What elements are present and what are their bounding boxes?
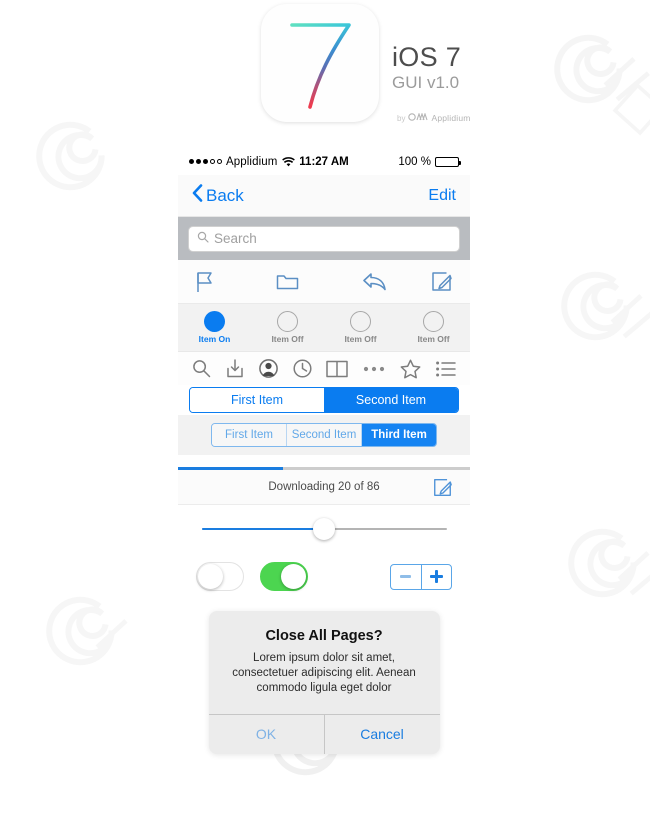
stepper-minus-button[interactable] (391, 564, 422, 589)
radio-circle-selected-icon (204, 311, 225, 332)
stepper[interactable] (390, 563, 452, 590)
alert-message: Lorem ipsum dolor sit amet, consectetuer… (232, 651, 416, 694)
search-icon[interactable] (192, 359, 211, 378)
chevron-left-icon (192, 184, 203, 207)
download-status-bar: Downloading 20 of 86 (178, 469, 470, 505)
segment-first[interactable]: First Item (190, 388, 324, 412)
applidium-logo-icon (408, 112, 428, 123)
contact-icon[interactable] (258, 359, 278, 378)
list-icon[interactable] (436, 361, 456, 377)
signal-strength-icon (189, 159, 222, 164)
plus-icon (429, 570, 443, 583)
slider-container (178, 504, 470, 553)
watermark (545, 255, 650, 375)
gui-version-label: GUI v1.0 (392, 73, 460, 92)
byline-brand: Applidium (431, 113, 471, 123)
segmented-control-three-container: First Item Second Item Third Item (178, 415, 470, 455)
alert-buttons: OK Cancel (208, 713, 440, 754)
download-icon[interactable] (226, 359, 244, 378)
segment-second[interactable]: Second Item (287, 424, 362, 446)
flag-icon[interactable] (195, 271, 215, 293)
minus-icon (400, 575, 412, 578)
alert-dialog: Close All Pages? Lorem ipsum dolor sit a… (208, 610, 440, 754)
alert-body: Close All Pages? Lorem ipsum dolor sit a… (209, 611, 440, 714)
navigation-bar: Back Edit (178, 175, 470, 217)
alert-ok-button[interactable]: OK (209, 715, 324, 754)
device-mockup: Applidium 11:27 AM 100 % Back Edit Searc… (178, 148, 470, 822)
radio-circle-icon (277, 311, 298, 332)
radio-item-label: Item Off (417, 334, 450, 344)
page-header: iOS 7 GUI v1.0 by Applidium (0, 0, 650, 145)
alert-cancel-button[interactable]: Cancel (323, 714, 440, 754)
radio-item-3[interactable]: Item Off (397, 311, 470, 344)
radio-circle-icon (350, 311, 371, 332)
clock-icon[interactable] (292, 359, 312, 378)
segmented-control-two-container: First Item Second Item (178, 385, 470, 415)
ellipsis-icon[interactable] (363, 365, 385, 372)
ios7-app-icon (261, 4, 379, 122)
carrier-label: Applidium (226, 155, 278, 168)
byline: by Applidium (397, 112, 471, 123)
search-bar-container: Search (178, 217, 470, 260)
segmented-control-three[interactable]: First Item Second Item Third Item (211, 423, 437, 447)
compose-icon[interactable] (432, 477, 453, 503)
edit-button[interactable]: Edit (428, 187, 456, 205)
radio-item-label: Item On (198, 334, 231, 344)
radio-item-1[interactable]: Item Off (251, 311, 324, 344)
toggle-off[interactable] (196, 562, 244, 591)
back-button-label: Back (206, 185, 244, 205)
folder-icon[interactable] (276, 272, 299, 291)
compose-icon[interactable] (430, 270, 453, 293)
watermark (30, 580, 150, 700)
toggle-on[interactable] (260, 562, 308, 591)
radio-item-label: Item Off (344, 334, 377, 344)
slider-thumb[interactable] (313, 517, 335, 540)
battery-icon (435, 156, 461, 167)
download-status-label: Downloading 20 of 86 (268, 480, 380, 493)
page-title: iOS 7 (392, 42, 462, 72)
radio-circle-icon (423, 311, 444, 332)
segment-third[interactable]: Third Item (362, 424, 436, 446)
star-icon[interactable] (400, 359, 421, 379)
segmented-control-two[interactable]: First Item Second Item (189, 387, 459, 413)
watermark (552, 512, 650, 632)
back-button[interactable]: Back (192, 184, 244, 207)
search-placeholder: Search (214, 231, 257, 246)
search-input[interactable]: Search (188, 225, 460, 252)
controls-row (178, 552, 470, 601)
segment-second[interactable]: Second Item (324, 388, 458, 412)
slider[interactable] (201, 517, 447, 540)
radio-button-row: Item On Item Off Item Off Item Off (178, 304, 470, 352)
radio-item-2[interactable]: Item Off (324, 311, 397, 344)
stepper-plus-button[interactable] (422, 565, 452, 589)
status-bar: Applidium 11:27 AM 100 % (178, 148, 470, 175)
progress-section: Downloading 20 of 86 (178, 455, 470, 505)
search-icon (197, 230, 209, 248)
byline-prefix: by (397, 113, 406, 123)
battery-indicator: 100 % (398, 155, 461, 168)
gray-icon-toolbar (178, 352, 470, 385)
book-icon[interactable] (326, 360, 349, 378)
alert-title: Close All Pages? (265, 627, 383, 644)
segment-first[interactable]: First Item (212, 424, 287, 446)
slider-track-fill (201, 527, 324, 530)
radio-item-0[interactable]: Item On (178, 311, 251, 344)
radio-item-label: Item Off (271, 334, 304, 344)
mail-toolbar (178, 260, 470, 304)
title-block: iOS 7 GUI v1.0 (392, 42, 461, 93)
reply-icon[interactable] (362, 271, 387, 292)
wifi-icon (282, 156, 296, 167)
battery-percent-label: 100 % (398, 155, 431, 168)
